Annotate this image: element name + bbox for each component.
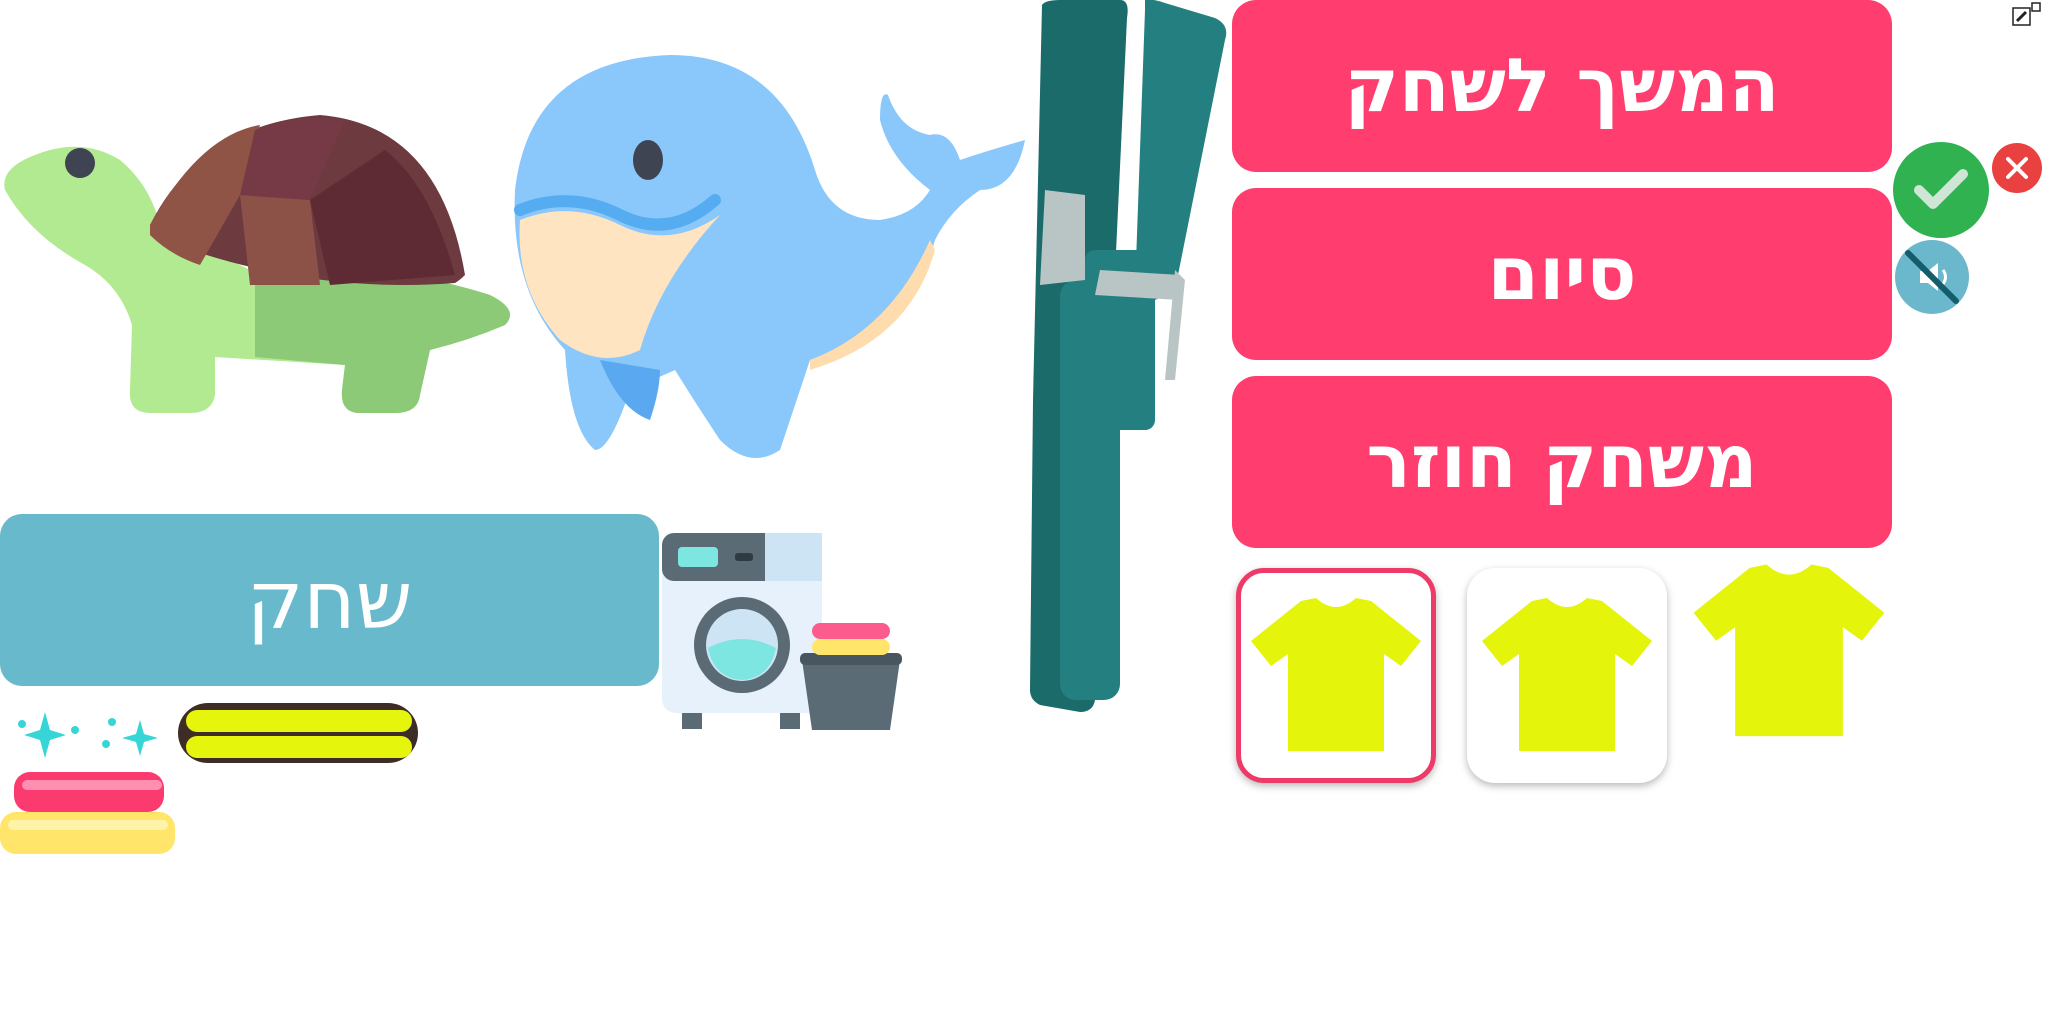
washing-machine-illustration <box>662 533 902 730</box>
replay-button[interactable]: משחק חוזר <box>1232 376 1892 548</box>
turtle-illustration <box>4 115 511 413</box>
clothespin-illustration <box>1030 0 1227 712</box>
tshirt-icon <box>1251 597 1421 751</box>
close-icon <box>2006 157 2028 179</box>
tshirt-card-1[interactable] <box>1236 568 1436 783</box>
towels-illustration <box>0 703 610 854</box>
tshirt-icon <box>1693 564 1885 737</box>
tshirt-icon <box>1482 597 1652 751</box>
check-icon <box>1914 169 1968 209</box>
edit-button[interactable] <box>2012 2 2042 26</box>
edit-icon <box>2012 2 2041 26</box>
sound-toggle-button[interactable] <box>1895 240 1969 314</box>
tshirt-card-2[interactable] <box>1467 568 1667 783</box>
tshirt-card-3[interactable] <box>1688 562 1890 742</box>
close-button[interactable] <box>1992 143 2042 193</box>
play-button[interactable]: שחק <box>0 514 659 686</box>
finish-button[interactable]: סיום <box>1232 188 1892 360</box>
continue-playing-button[interactable]: המשך לשחק <box>1232 0 1892 172</box>
confirm-button[interactable] <box>1893 142 1989 238</box>
mute-icon <box>1905 250 1959 304</box>
whale-illustration <box>514 55 1025 458</box>
